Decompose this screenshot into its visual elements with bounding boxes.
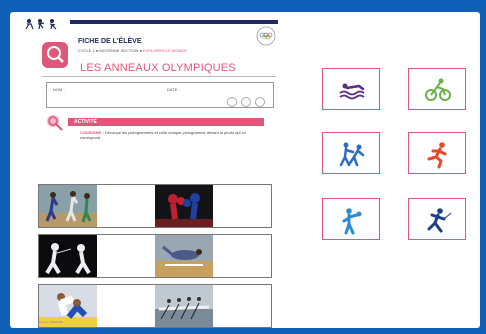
- content-panel: FICHE DE L'ÉLÈVE CYCLE 1 ● MOYENNE SECTI…: [10, 12, 480, 328]
- pictogram-card-fencing[interactable]: [408, 198, 466, 240]
- rating-circle: [255, 97, 265, 107]
- activity-label: ACTIVITÉ: [74, 119, 97, 125]
- photo-cell: [39, 185, 156, 227]
- olympic-badge-icon: [256, 26, 276, 46]
- footer-credit: Photos: ©RMN/DR: [38, 320, 64, 324]
- crumb-section: MOYENNE SECTION: [99, 48, 139, 53]
- photo-cell: [39, 235, 156, 277]
- photo-cell: [155, 185, 271, 227]
- crumb-topic: EXPLORER LE MONDE: [143, 48, 187, 53]
- photo-row: [38, 284, 272, 328]
- photo-row: [38, 184, 272, 228]
- name-date-box: NOM : DATE :: [46, 82, 274, 108]
- activity-bar: [68, 118, 264, 126]
- photo-cell: [155, 235, 271, 277]
- page-header: FICHE DE L'ÉLÈVE: [78, 38, 142, 45]
- sports-logo-icon: [25, 19, 57, 30]
- rowing-photo-icon: [155, 285, 213, 327]
- swimming-icon: [339, 83, 365, 100]
- pictogram-card-athletics[interactable]: [408, 132, 466, 174]
- window-frame: FICHE DE L'ÉLÈVE CYCLE 1 ● MOYENNE SECTI…: [0, 0, 486, 334]
- athletics-icon: [427, 142, 447, 169]
- pictogram-card-cycling[interactable]: [408, 68, 466, 110]
- header-rule: [70, 20, 278, 24]
- date-label: DATE :: [167, 87, 180, 92]
- boxing-photo-icon: [155, 185, 213, 227]
- rating-circle: [227, 97, 237, 107]
- hurdles-photo-icon: [155, 235, 213, 277]
- fencing-icon: [427, 208, 452, 233]
- cycling-icon: [425, 78, 451, 101]
- fencing-photo-icon: [39, 235, 97, 277]
- title-divider: [42, 76, 276, 77]
- worksheet-page: FICHE DE L'ÉLÈVE CYCLE 1 ● MOYENNE SECTI…: [22, 16, 280, 328]
- consigne-text: Découpe les pictogrammes et colle chaque…: [80, 130, 246, 140]
- nom-label: NOM :: [53, 87, 65, 92]
- photo-row: [38, 234, 272, 278]
- photo-cell: [155, 285, 271, 327]
- crumb-cycle: CYCLE 1: [78, 48, 95, 53]
- pictogram-card-judo[interactable]: [322, 132, 380, 174]
- pictogram-card-boxing[interactable]: [322, 198, 380, 240]
- judo-icon: [339, 142, 365, 167]
- instruction-text: CONSIGNE : Découpe les pictogrammes et c…: [80, 130, 260, 140]
- athletics-photo-icon: [39, 185, 97, 227]
- activity-magnifier-icon: [47, 115, 63, 131]
- page-title: LES ANNEAUX OLYMPIQUES: [80, 62, 236, 74]
- rating-circle: [241, 97, 251, 107]
- magnifier-badge-icon: [42, 42, 68, 68]
- pictogram-card-swimming[interactable]: [322, 68, 380, 110]
- boxing-icon: [342, 208, 362, 235]
- breadcrumb: CYCLE 1 ● MOYENNE SECTION ● EXPLORER LE …: [78, 48, 187, 53]
